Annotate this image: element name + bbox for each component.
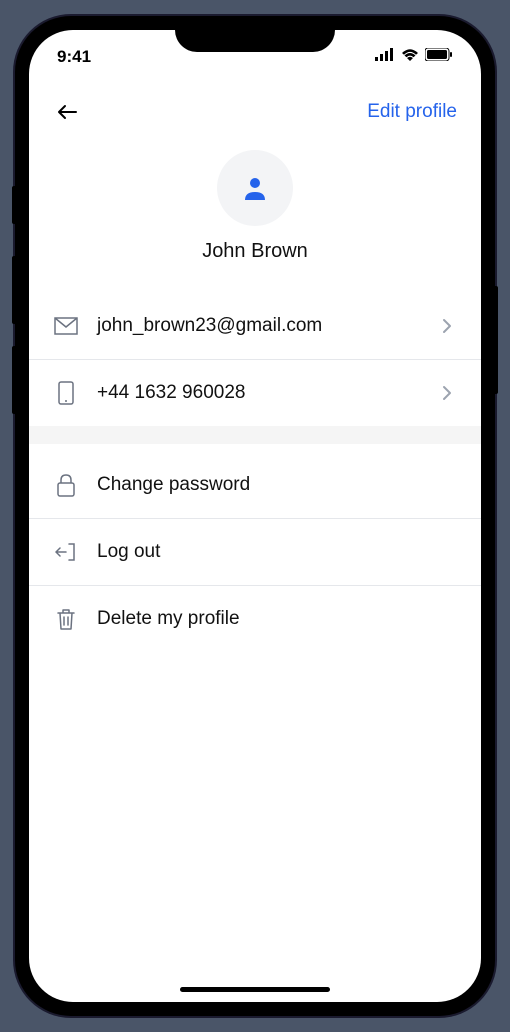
phone-icon [53, 380, 79, 406]
delete-profile-label: Delete my profile [97, 608, 457, 630]
arrow-left-icon [56, 101, 78, 123]
side-button [12, 346, 17, 414]
email-label: john_brown23@gmail.com [97, 315, 437, 337]
status-time: 9:41 [57, 47, 91, 67]
chevron-right-icon [437, 383, 457, 403]
lock-icon [53, 472, 79, 498]
status-icons-group [375, 48, 453, 66]
cellular-icon [375, 48, 395, 66]
battery-icon [425, 48, 453, 66]
mail-icon [53, 313, 79, 339]
phone-row[interactable]: +44 1632 960028 [29, 360, 481, 426]
log-out-label: Log out [97, 541, 457, 563]
wifi-icon [401, 48, 419, 66]
side-button [12, 186, 17, 224]
section-divider [29, 426, 481, 444]
person-icon [239, 172, 271, 204]
contact-section: john_brown23@gmail.com +44 1632 960028 [29, 293, 481, 426]
profile-section: John Brown [29, 146, 481, 293]
logout-icon [53, 539, 79, 565]
header: Edit profile [29, 78, 481, 146]
back-button[interactable] [53, 98, 81, 126]
avatar [217, 150, 293, 226]
notch [175, 16, 335, 52]
actions-section: Change password Log out Delete my profil… [29, 444, 481, 652]
screen: 9:41 Edit profile J [29, 30, 481, 1002]
side-button [12, 256, 17, 324]
phone-label: +44 1632 960028 [97, 382, 437, 404]
edit-profile-link[interactable]: Edit profile [367, 101, 457, 123]
change-password-label: Change password [97, 474, 457, 496]
profile-name: John Brown [202, 240, 308, 263]
phone-frame: 9:41 Edit profile J [15, 16, 495, 1016]
home-indicator[interactable] [180, 987, 330, 992]
trash-icon [53, 606, 79, 632]
change-password-row[interactable]: Change password [29, 452, 481, 519]
delete-profile-row[interactable]: Delete my profile [29, 586, 481, 652]
chevron-right-icon [437, 316, 457, 336]
email-row[interactable]: john_brown23@gmail.com [29, 293, 481, 360]
log-out-row[interactable]: Log out [29, 519, 481, 586]
side-button [493, 286, 498, 394]
